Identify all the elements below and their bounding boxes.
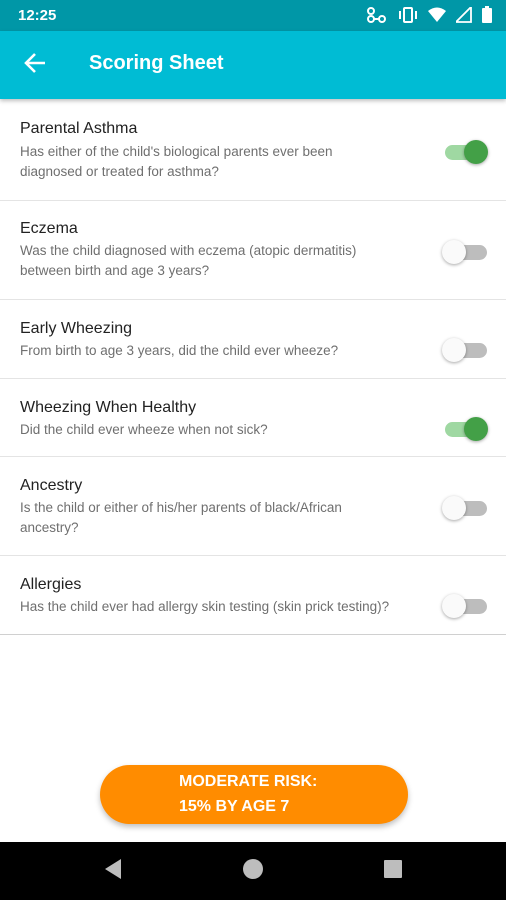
description-line: between birth and age 3 years? [20, 263, 210, 278]
wifi-icon [428, 7, 446, 23]
home-circle-icon [241, 857, 265, 886]
toggle-thumb [442, 338, 466, 362]
nav-back-button[interactable] [100, 858, 126, 884]
question-description: Is the child or either of his/her parent… [20, 498, 430, 538]
question-title: Eczema [20, 220, 78, 237]
status-time: 12:25 [18, 7, 57, 24]
risk-percentage-label: 15% BY AGE 7 [179, 798, 290, 815]
question-description: Was the child diagnosed with eczema (ato… [20, 241, 430, 281]
system-nav-bar [0, 842, 506, 900]
status-icons [366, 6, 492, 23]
description-line: From birth to age 3 years, did the child… [20, 343, 339, 358]
ancestry-toggle[interactable] [440, 493, 492, 523]
question-row-eczema[interactable]: Eczema Was the child diagnosed with ecze… [0, 201, 506, 300]
toggle-thumb [442, 240, 466, 264]
early-wheezing-toggle[interactable] [440, 335, 492, 365]
question-row-parental-asthma[interactable]: Parental Asthma Has either of the child'… [0, 100, 506, 201]
recents-square-icon [383, 859, 403, 884]
eczema-toggle[interactable] [440, 237, 492, 267]
question-title: Parental Asthma [20, 120, 138, 137]
toggle-thumb [464, 140, 488, 164]
question-row-allergies[interactable]: Allergies Has the child ever had allergy… [0, 556, 506, 635]
risk-level-label: MODERATE RISK: [179, 773, 318, 790]
description-line: Was the child diagnosed with eczema (ato… [20, 243, 357, 258]
parental-asthma-toggle[interactable] [440, 137, 492, 167]
question-title: Early Wheezing [20, 320, 133, 337]
description-line: ancestry? [20, 520, 79, 535]
arrow-left-icon [24, 52, 46, 79]
page-title: Scoring Sheet [89, 52, 224, 74]
question-title: Ancestry [20, 477, 83, 494]
toggle-thumb [442, 594, 466, 618]
question-row-early-wheezing[interactable]: Early Wheezing From birth to age 3 years… [0, 300, 506, 379]
battery-icon [482, 6, 492, 23]
status-bar: 12:25 [0, 0, 506, 31]
question-title: Allergies [20, 576, 82, 593]
description-line: diagnosed or treated for asthma? [20, 164, 219, 179]
nav-home-button[interactable] [240, 858, 266, 884]
link-icon [366, 6, 388, 23]
allergies-toggle[interactable] [440, 591, 492, 621]
question-title: Wheezing When Healthy [20, 399, 197, 416]
question-list: Parental Asthma Has either of the child'… [0, 100, 506, 635]
description-line: Has either of the child's biological par… [20, 144, 333, 159]
signal-icon [456, 6, 472, 23]
risk-result-button[interactable]: MODERATE RISK: 15% BY AGE 7 [100, 765, 408, 824]
toggle-thumb [442, 496, 466, 520]
vibrate-icon [398, 6, 418, 23]
app-bar: Scoring Sheet [0, 31, 506, 99]
question-description: Did the child ever wheeze when not sick? [20, 420, 430, 440]
back-button[interactable] [18, 49, 52, 81]
question-description: Has either of the child's biological par… [20, 142, 430, 182]
wheezing-when-healthy-toggle[interactable] [440, 414, 492, 444]
description-line: Has the child ever had allergy skin test… [20, 599, 390, 614]
description-line: Did the child ever wheeze when not sick? [20, 422, 268, 437]
question-row-wheezing-when-healthy[interactable]: Wheezing When Healthy Did the child ever… [0, 379, 506, 457]
toggle-thumb [464, 417, 488, 441]
question-description: Has the child ever had allergy skin test… [20, 597, 430, 617]
question-row-ancestry[interactable]: Ancestry Is the child or either of his/h… [0, 457, 506, 556]
nav-recents-button[interactable] [380, 858, 406, 884]
question-description: From birth to age 3 years, did the child… [20, 341, 430, 361]
description-line: Is the child or either of his/her parent… [20, 500, 342, 515]
back-triangle-icon [103, 858, 123, 885]
